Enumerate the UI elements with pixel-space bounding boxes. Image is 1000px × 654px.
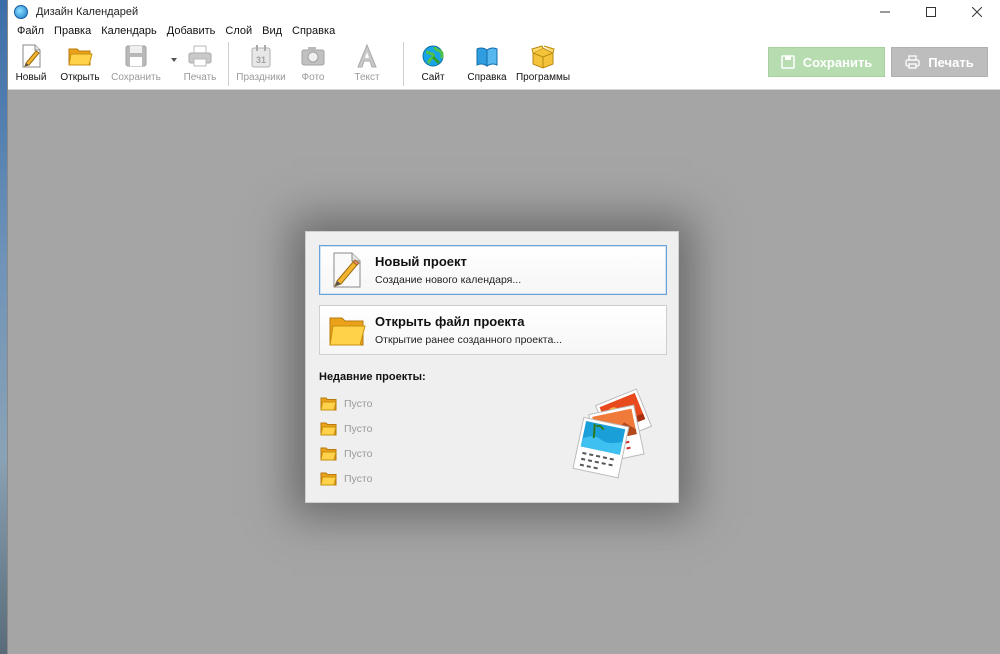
- save-big-button[interactable]: Сохранить: [768, 47, 885, 77]
- print-big-button[interactable]: Печать: [891, 47, 988, 77]
- new-label: Новый: [15, 72, 47, 83]
- camera-icon: [300, 43, 326, 69]
- book-icon: [474, 43, 500, 69]
- recent-project-item[interactable]: Пусто: [320, 420, 372, 438]
- minimize-button[interactable]: [862, 0, 908, 24]
- new-document-icon: [18, 43, 44, 69]
- app-logo-icon: [14, 5, 28, 19]
- menu-layer[interactable]: Слой: [220, 24, 257, 38]
- menu-file[interactable]: Файл: [12, 24, 49, 38]
- save-dropdown-arrow-icon[interactable]: [171, 58, 177, 62]
- printer-icon: [905, 55, 920, 69]
- open-project-title: Открыть файл проекта: [375, 314, 525, 329]
- minimize-icon: [880, 11, 890, 13]
- printer-icon: [187, 43, 213, 69]
- open-button[interactable]: Открыть: [54, 38, 106, 87]
- toolbar-separator: [228, 42, 229, 86]
- maximize-button[interactable]: [908, 0, 954, 24]
- open-project-subtitle: Открытие ранее созданного проекта...: [375, 334, 563, 346]
- recent-project-item[interactable]: Пусто: [320, 445, 372, 463]
- recent-project-item[interactable]: Пусто: [320, 395, 372, 413]
- maximize-icon: [926, 7, 936, 17]
- calendar-photos-illustration: [568, 387, 668, 482]
- floppy-disk-icon: [123, 43, 149, 69]
- menu-edit[interactable]: Правка: [49, 24, 96, 38]
- text-button[interactable]: Текст: [341, 38, 393, 87]
- close-button[interactable]: [954, 0, 1000, 24]
- holidays-button[interactable]: 31 Праздники: [235, 38, 287, 87]
- menu-calendar[interactable]: Календарь: [96, 24, 162, 38]
- toolbar: Новый Открыть Сохранить Печать 31 Праздн…: [8, 38, 1000, 90]
- window-controls: [862, 0, 1000, 24]
- recent-projects-title: Недавние проекты:: [319, 371, 426, 383]
- new-button[interactable]: Новый: [12, 38, 50, 87]
- start-dialog: Новый проект Создание нового календаря..…: [305, 231, 679, 503]
- recent-project-label: Пусто: [344, 448, 373, 460]
- photo-label: Фото: [301, 72, 325, 83]
- close-icon: [972, 7, 982, 17]
- folder-icon: [320, 397, 337, 411]
- save-label: Сохранить: [111, 72, 161, 83]
- site-label: Сайт: [421, 72, 445, 83]
- recent-project-label: Пусто: [344, 423, 373, 435]
- title-bar: Дизайн Календарей: [8, 0, 1000, 24]
- save-button[interactable]: Сохранить: [108, 38, 164, 87]
- text-letter-icon: [354, 43, 380, 69]
- recent-project-label: Пусто: [344, 398, 373, 410]
- new-document-icon: [327, 250, 367, 290]
- folder-icon: [320, 447, 337, 461]
- new-project-button[interactable]: Новый проект Создание нового календаря..…: [319, 245, 667, 295]
- floppy-disk-icon: [780, 55, 795, 69]
- print-button[interactable]: Печать: [178, 38, 222, 87]
- menu-view[interactable]: Вид: [257, 24, 287, 38]
- folder-icon: [320, 422, 337, 436]
- print-big-label: Печать: [928, 54, 974, 70]
- folder-icon: [320, 472, 337, 486]
- save-big-label: Сохранить: [802, 54, 873, 70]
- menu-bar: Файл Правка Календарь Добавить Слой Вид …: [8, 24, 1000, 38]
- text-label: Текст: [354, 72, 380, 83]
- open-project-button[interactable]: Открыть файл проекта Открытие ранее созд…: [319, 305, 667, 355]
- folder-open-icon: [67, 43, 93, 69]
- holidays-date-number: 31: [256, 55, 266, 65]
- new-project-title: Новый проект: [375, 254, 467, 269]
- new-project-subtitle: Создание нового календаря...: [375, 274, 522, 286]
- folder-open-icon: [327, 310, 367, 350]
- programs-button[interactable]: Программы: [514, 38, 572, 87]
- site-button[interactable]: Сайт: [410, 38, 456, 87]
- toolbar-separator: [403, 42, 404, 86]
- print-label: Печать: [183, 72, 217, 83]
- menu-help[interactable]: Справка: [287, 24, 340, 38]
- recent-project-label: Пусто: [344, 473, 373, 485]
- window-title: Дизайн Календарей: [36, 6, 139, 18]
- menu-add[interactable]: Добавить: [162, 24, 221, 38]
- photo-button[interactable]: Фото: [287, 38, 339, 87]
- globe-icon: [420, 43, 446, 69]
- box-package-icon: [530, 43, 556, 69]
- recent-project-item[interactable]: Пусто: [320, 470, 372, 488]
- holidays-label: Праздники: [236, 72, 286, 83]
- help-label: Справка: [467, 72, 507, 83]
- help-button[interactable]: Справка: [462, 38, 512, 87]
- open-label: Открыть: [60, 72, 100, 83]
- programs-label: Программы: [515, 72, 571, 83]
- calendar-page-icon: 31: [248, 43, 274, 69]
